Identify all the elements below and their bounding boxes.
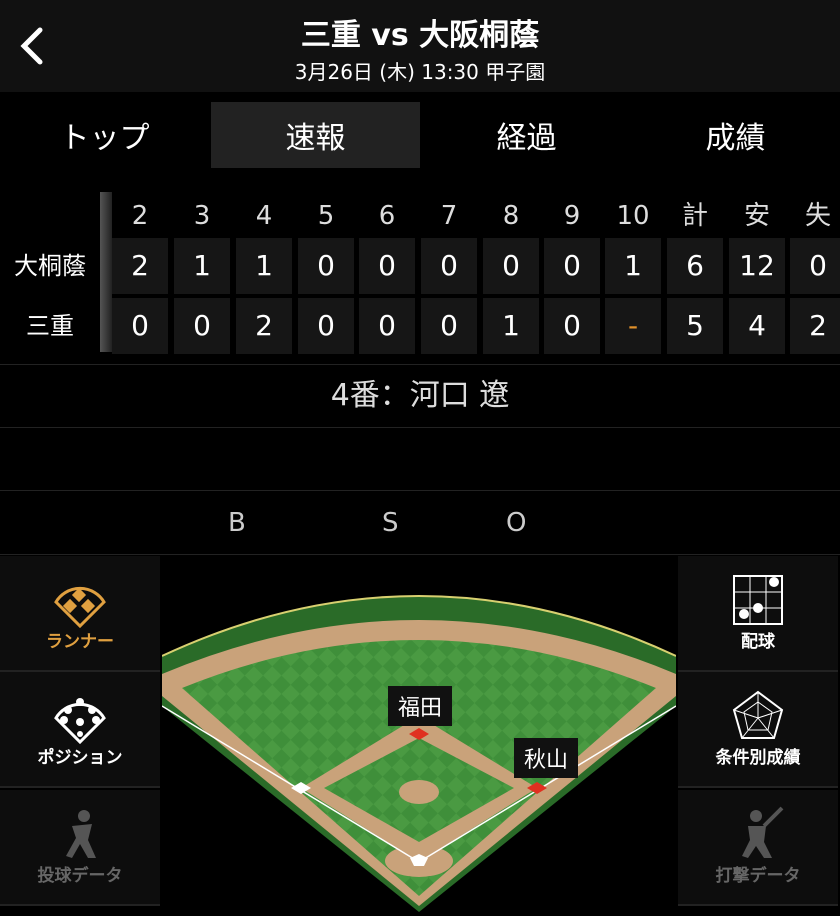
score-cell: 2 <box>790 298 840 354</box>
radar-icon <box>732 690 784 739</box>
tab-live[interactable]: 速報 <box>211 102 420 168</box>
score-cell: 5 <box>667 298 723 354</box>
score-cell: 2 <box>112 238 168 294</box>
score-cell: 0 <box>298 238 354 294</box>
score-cell: 1 <box>236 238 292 294</box>
tab-progress[interactable]: 経過 <box>422 92 631 178</box>
inning-header: 計 <box>681 201 708 231</box>
batting-data-button[interactable]: 打撃データ <box>678 790 838 906</box>
score-cell: 0 <box>298 298 354 354</box>
runner-label: ランナー <box>46 632 114 652</box>
page-title: 三重 vs 大阪桐蔭 <box>300 18 540 53</box>
score-cell: 4 <box>729 298 785 354</box>
inning-header: 6 <box>378 201 396 231</box>
position-button[interactable]: ポジション <box>0 672 160 788</box>
score-cell: 1 <box>483 298 539 354</box>
status-area <box>0 428 840 491</box>
pitch-chart-label: 配球 <box>741 632 775 652</box>
score-cell: 0 <box>544 238 600 294</box>
score-cell: 0 <box>790 238 840 294</box>
ball-label: B <box>228 508 246 538</box>
position-icon <box>54 698 106 744</box>
inning-header: 2 <box>131 201 149 231</box>
split-stats-label: 条件別成績 <box>715 748 801 768</box>
inning-header: 5 <box>317 201 335 231</box>
batting-data-label: 打撃データ <box>715 866 801 886</box>
tab-bar: トップ 速報 経過 成績 <box>0 92 840 178</box>
score-cell: - <box>605 298 661 354</box>
inning-header: 9 <box>563 201 581 231</box>
scoreboard-divider <box>100 192 112 352</box>
runner-button[interactable]: ランナー <box>0 556 160 672</box>
score-cell: 0 <box>174 298 230 354</box>
inning-header: 7 <box>440 201 458 231</box>
score-cell: 1 <box>174 238 230 294</box>
pitcher-icon <box>66 810 96 858</box>
split-stats-button[interactable]: 条件別成績 <box>678 672 838 788</box>
pitching-data-button[interactable]: 投球データ <box>0 790 160 906</box>
out-label: O <box>506 508 527 538</box>
score-cell: 0 <box>359 298 415 354</box>
pitch-grid-icon <box>733 575 783 625</box>
batter-icon <box>742 806 784 858</box>
inning-header: 安 <box>743 201 770 231</box>
score-cell: 0 <box>359 238 415 294</box>
score-cell: 0 <box>421 298 477 354</box>
score-cell: 0 <box>544 298 600 354</box>
inning-header: 失 <box>804 201 831 231</box>
score-cell: 0 <box>421 238 477 294</box>
game-info: 3月26日 (木) 13:30 甲子園 <box>294 60 546 84</box>
count-display: B S O <box>0 492 840 555</box>
score-cell: 1 <box>605 238 661 294</box>
current-batter: 4番：河口 遼 <box>0 364 840 428</box>
inning-header: 3 <box>193 201 211 231</box>
runner-first-label: 秋山 <box>514 738 579 778</box>
app-header: 三重 vs 大阪桐蔭 3月26日 (木) 13:30 甲子園 <box>0 0 840 92</box>
baseball-field: 福田 秋山 <box>161 556 677 912</box>
inning-header: 10 <box>616 201 650 231</box>
pitch-chart-button[interactable]: 配球 <box>678 556 838 672</box>
position-label: ポジション <box>37 748 123 768</box>
strike-label: S <box>382 508 399 538</box>
score-cell: 12 <box>729 238 785 294</box>
score-cell: 0 <box>112 298 168 354</box>
runner-second-label: 福田 <box>388 686 453 726</box>
inning-header: 4 <box>255 201 273 231</box>
score-cell: 6 <box>667 238 723 294</box>
tab-top[interactable]: トップ <box>0 92 209 178</box>
inning-header: 8 <box>502 201 520 231</box>
score-cell: 2 <box>236 298 292 354</box>
diamond-runner-icon <box>54 586 106 628</box>
score-cell: 0 <box>483 238 539 294</box>
team-name: 大桐蔭 <box>14 252 86 280</box>
pitching-data-label: 投球データ <box>37 866 123 886</box>
tab-stats[interactable]: 成績 <box>631 92 840 178</box>
team-name: 三重 <box>26 312 74 340</box>
